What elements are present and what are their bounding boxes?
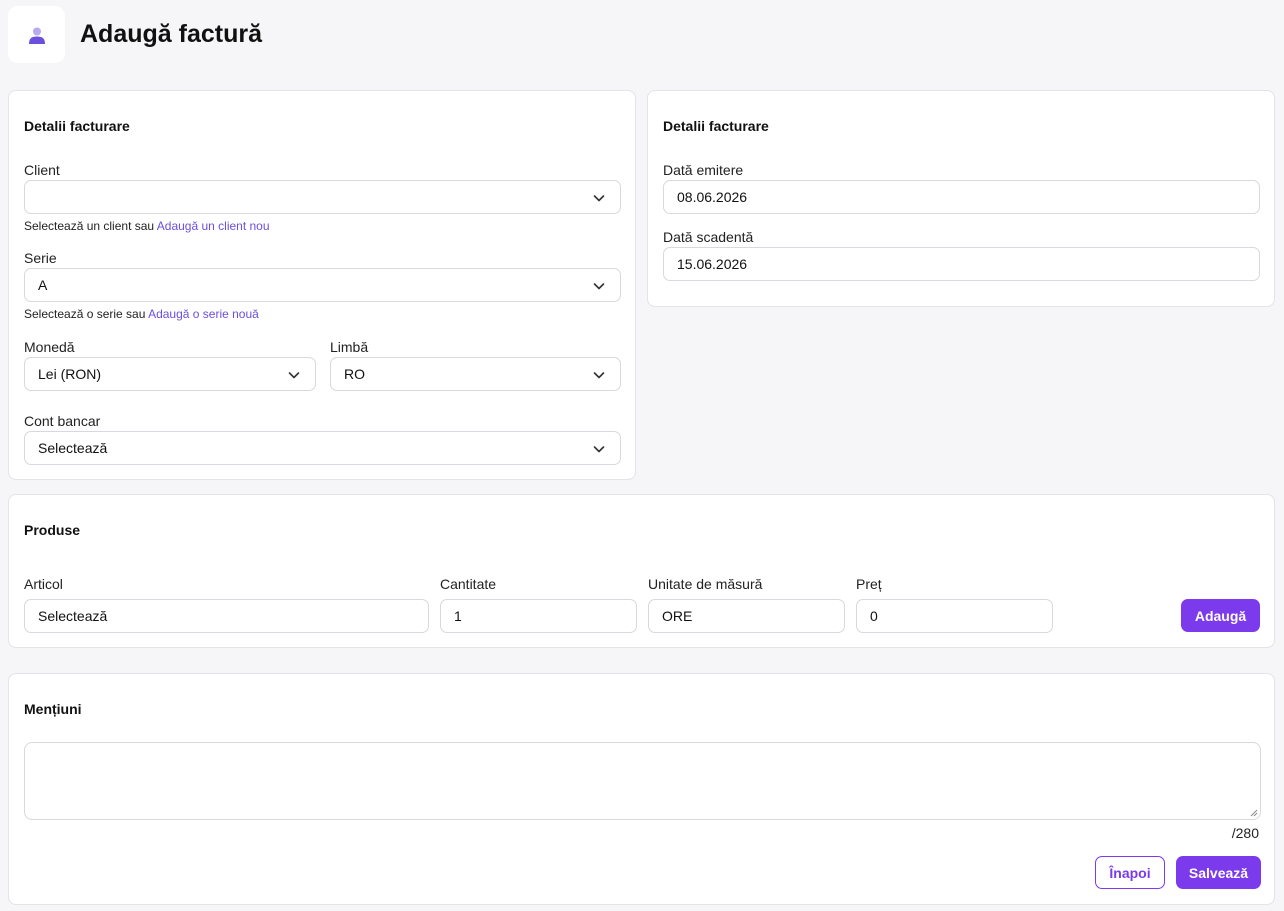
- due-date-value: 15.06.2026: [677, 256, 748, 272]
- client-hint-text: Selectează un client sau: [24, 219, 157, 233]
- chevron-down-icon: [288, 372, 300, 379]
- price-label: Preț: [856, 576, 882, 592]
- character-counter: /280: [1231, 825, 1259, 841]
- article-label: Articol: [24, 576, 63, 592]
- currency-label: Monedă: [24, 339, 75, 355]
- notes-card: Mențiuni /280 Înapoi Salvează: [8, 673, 1275, 905]
- products-title: Produse: [24, 522, 81, 538]
- unit-value: ORE: [662, 608, 693, 624]
- add-product-button[interactable]: Adaugă: [1181, 599, 1260, 632]
- products-card: Produse Articol Selectează Cantitate 1 U…: [8, 494, 1275, 648]
- save-button[interactable]: Salvează: [1176, 856, 1261, 889]
- language-label: Limbă: [330, 339, 369, 355]
- price-value: 0: [870, 608, 878, 624]
- series-hint-text: Selectează o serie sau: [24, 307, 149, 321]
- price-input[interactable]: 0: [856, 599, 1053, 633]
- chevron-down-icon: [593, 372, 605, 379]
- series-select[interactable]: A: [24, 268, 621, 302]
- language-select[interactable]: RO: [330, 357, 621, 391]
- quantity-input[interactable]: 1: [440, 599, 637, 633]
- back-button[interactable]: Înapoi: [1095, 856, 1165, 889]
- bank-account-label: Cont bancar: [24, 413, 101, 429]
- issue-date-value: 08.06.2026: [677, 189, 748, 205]
- add-series-link[interactable]: Adaugă o serie nouă: [148, 307, 259, 321]
- unit-label: Unitate de măsură: [648, 576, 763, 592]
- currency-select[interactable]: Lei (RON): [24, 357, 316, 391]
- notes-title: Mențiuni: [24, 701, 82, 717]
- resize-handle-icon[interactable]: [1250, 809, 1258, 817]
- article-select-value: Selectează: [38, 608, 108, 624]
- chevron-down-icon: [593, 446, 605, 453]
- add-client-link[interactable]: Adaugă un client nou: [157, 219, 270, 233]
- user-icon: [28, 27, 45, 44]
- series-select-value: A: [38, 277, 48, 293]
- avatar: [8, 6, 65, 63]
- quantity-value: 1: [454, 608, 462, 624]
- language-select-value: RO: [344, 366, 365, 382]
- quantity-label: Cantitate: [440, 576, 497, 592]
- series-hint: Selectează o serie sau Adaugă o serie no…: [24, 307, 259, 321]
- currency-select-value: Lei (RON): [38, 366, 102, 382]
- client-label: Client: [24, 162, 60, 178]
- due-date-input[interactable]: 15.06.2026: [663, 247, 1260, 281]
- unit-input[interactable]: ORE: [648, 599, 845, 633]
- page-title: Adaugă factură: [80, 20, 262, 48]
- dates-card: Detalii facturare Dată emitere 08.06.202…: [647, 90, 1275, 307]
- chevron-down-icon: [593, 195, 605, 202]
- client-hint: Selectează un client sau Adaugă un clien…: [24, 219, 270, 233]
- chevron-down-icon: [593, 283, 605, 290]
- notes-textarea[interactable]: [24, 742, 1261, 820]
- series-label: Serie: [24, 250, 57, 266]
- issue-date-input[interactable]: 08.06.2026: [663, 180, 1260, 214]
- page-header: Adaugă factură: [8, 6, 262, 63]
- client-select[interactable]: [24, 180, 621, 214]
- bank-account-select-value: Selectează: [38, 440, 108, 456]
- billing-details-title: Detalii facturare: [24, 118, 130, 134]
- bank-account-select[interactable]: Selectează: [24, 431, 621, 465]
- billing-details-card: Detalii facturare Client Selectează un c…: [8, 90, 636, 480]
- dates-title: Detalii facturare: [663, 118, 769, 134]
- issue-date-label: Dată emitere: [663, 162, 744, 178]
- due-date-label: Dată scadentă: [663, 229, 754, 245]
- article-select[interactable]: Selectează: [24, 599, 429, 633]
